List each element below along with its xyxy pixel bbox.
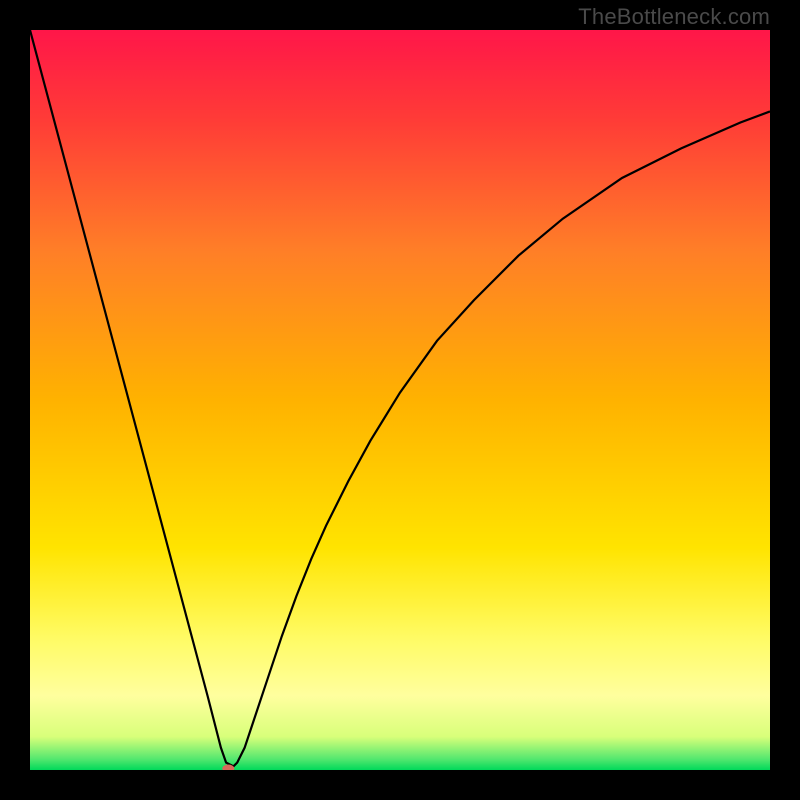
chart-svg	[30, 30, 770, 770]
plot-area	[30, 30, 770, 770]
chart-frame: TheBottleneck.com	[0, 0, 800, 800]
watermark-text: TheBottleneck.com	[578, 4, 770, 30]
gradient-background	[30, 30, 770, 770]
